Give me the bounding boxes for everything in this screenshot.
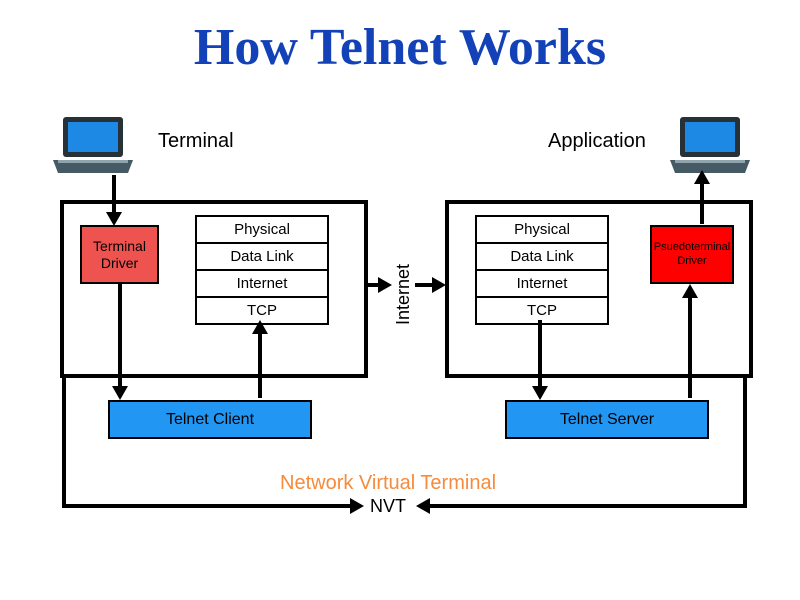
terminal-label: Terminal: [158, 130, 234, 153]
stack-layer: Physical: [197, 217, 327, 244]
server-stack: Physical Data Link Internet TCP: [475, 215, 609, 325]
internet-label: Internet: [393, 264, 414, 325]
client-stack: Physical Data Link Internet TCP: [195, 215, 329, 325]
arrow-line: [112, 175, 116, 215]
arrow-head: [252, 320, 268, 334]
nvt-full-label: Network Virtual Terminal: [280, 472, 496, 495]
arrow-line: [700, 182, 704, 224]
arrow-head: [432, 277, 446, 293]
arrow-line: [62, 504, 352, 508]
laptop-icon: [48, 115, 138, 180]
arrow-head: [350, 498, 364, 514]
terminal-driver-box: Terminal Driver: [80, 225, 159, 284]
arrow-head: [532, 386, 548, 400]
arrow-head: [694, 170, 710, 184]
application-label: Application: [548, 130, 646, 153]
arrow-head: [416, 498, 430, 514]
arrow-line: [62, 374, 66, 506]
telnet-client-box: Telnet Client: [108, 400, 312, 439]
stack-layer: Internet: [197, 271, 327, 298]
stack-layer: Internet: [477, 271, 607, 298]
stack-layer: Data Link: [477, 244, 607, 271]
arrow-head: [106, 212, 122, 226]
nvt-short-label: NVT: [370, 496, 406, 517]
laptop-icon: [665, 115, 755, 180]
page-title: How Telnet Works: [0, 18, 800, 77]
arrow-line: [743, 374, 747, 506]
arrow-line: [688, 296, 692, 398]
arrow-line: [258, 332, 262, 398]
pseudoterminal-driver-box: Psuedoterminal Driver: [650, 225, 734, 284]
arrow-line: [428, 504, 747, 508]
diagram-stage: How Telnet Works Terminal Application Te…: [0, 0, 800, 600]
telnet-server-box: Telnet Server: [505, 400, 709, 439]
arrow-line: [415, 283, 433, 287]
arrow-line: [118, 284, 122, 389]
arrow-head: [378, 277, 392, 293]
stack-layer: Physical: [477, 217, 607, 244]
arrow-line: [364, 283, 379, 287]
stack-layer: Data Link: [197, 244, 327, 271]
stack-layer: TCP: [477, 298, 607, 323]
arrow-line: [538, 320, 542, 388]
arrow-head: [112, 386, 128, 400]
arrow-head: [682, 284, 698, 298]
